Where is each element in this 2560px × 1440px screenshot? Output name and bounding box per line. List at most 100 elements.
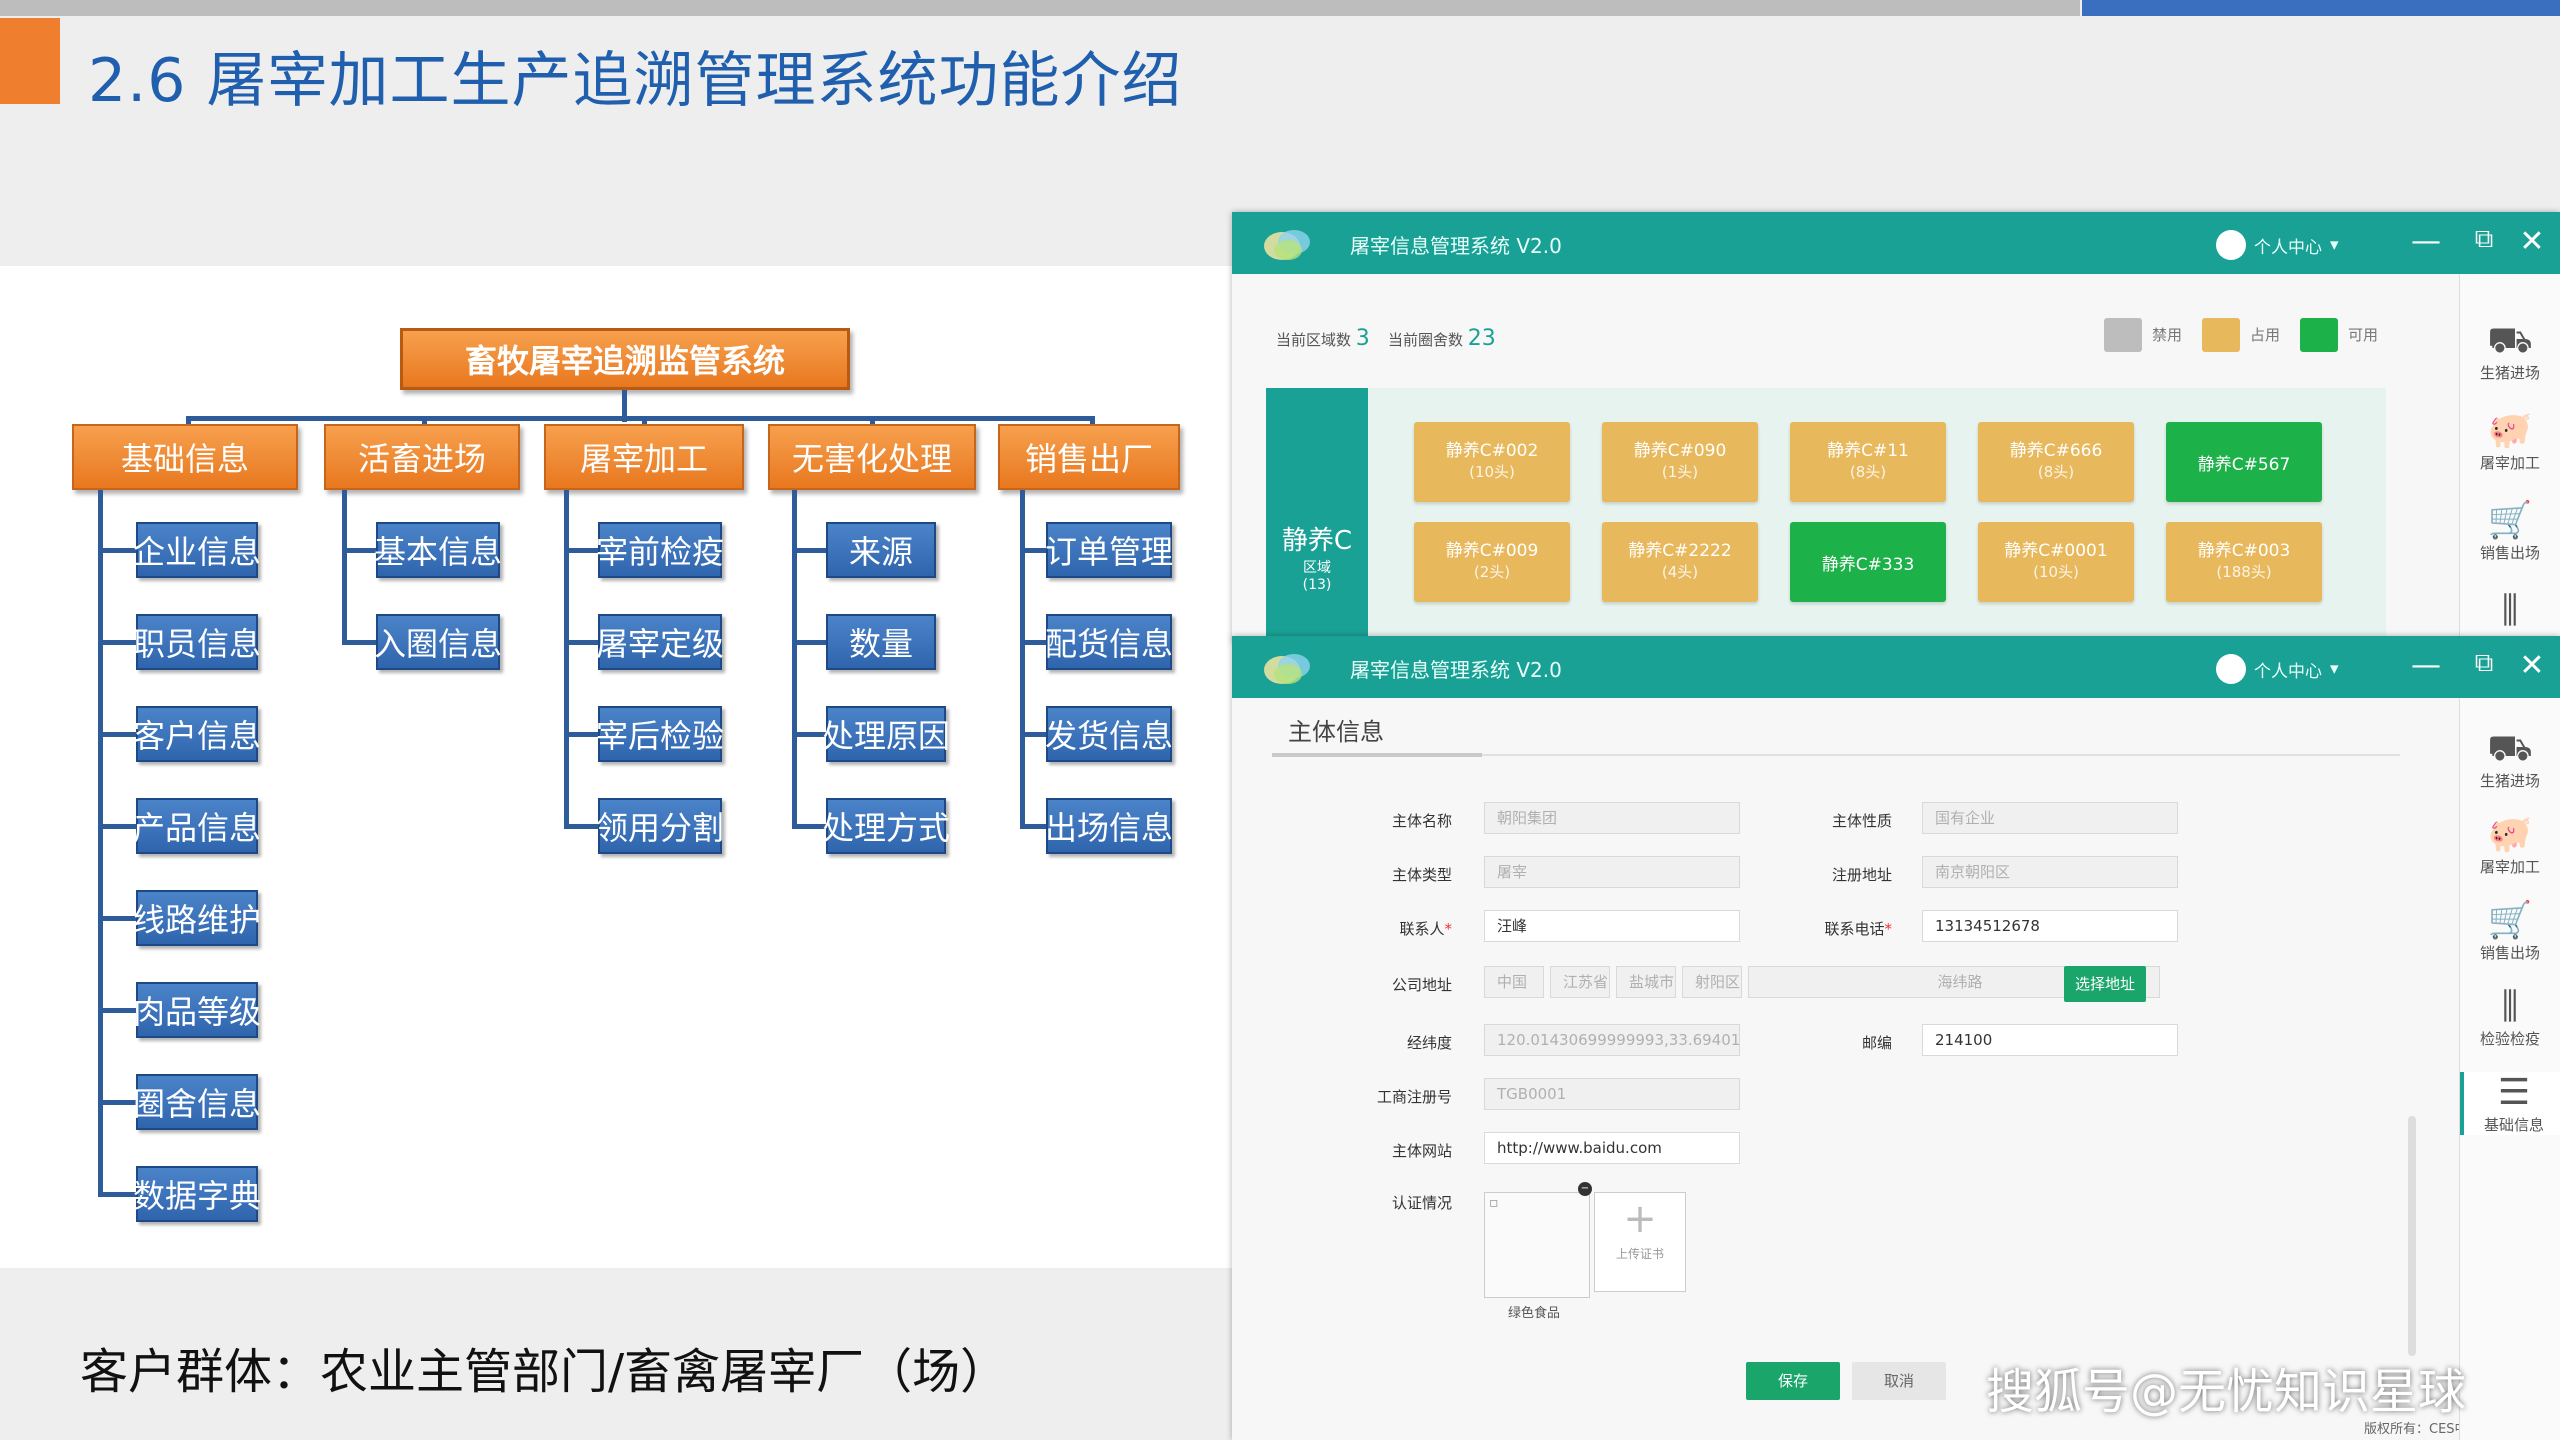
org-root: 畜牧屠宰追溯监管系统: [400, 328, 850, 390]
window-title: 屠宰信息管理系统 V2.0: [1350, 658, 1562, 682]
test-tube-icon: ⫼: [2501, 590, 2519, 631]
address-country-select[interactable]: 中国: [1484, 966, 1544, 998]
user-menu[interactable]: 个人中心 ▾: [2216, 230, 2339, 260]
pen-card[interactable]: 静养C#090 (1头): [1602, 422, 1758, 502]
connector: [98, 732, 138, 737]
window-title: 屠宰信息管理系统 V2.0: [1350, 234, 1562, 258]
entity-nature-field[interactable]: 国有企业: [1922, 802, 2178, 834]
restore-button[interactable]: ⧉: [2464, 648, 2504, 679]
org-item: 处理原因: [822, 706, 950, 762]
zone-label[interactable]: 静养C 区域 (13): [1266, 388, 1368, 638]
entity-type-field[interactable]: 屠宰: [1484, 856, 1740, 888]
slide-top-bar-accent: [2082, 0, 2560, 16]
save-button[interactable]: 保存: [1746, 1362, 1840, 1400]
pig-icon: 🐖: [2487, 410, 2533, 451]
zone-sub: 区域: [1303, 560, 1331, 576]
section-title: 主体信息: [1288, 718, 1384, 746]
sidebar-item-inspection[interactable]: ⫼: [2460, 590, 2560, 632]
pen-card[interactable]: 静养C#0001 (10头): [1978, 522, 2134, 602]
sidebar-item-sales[interactable]: 🛒 销售出场: [2460, 900, 2560, 963]
org-item: 宰前检疫: [596, 522, 724, 578]
close-button[interactable]: ✕: [2512, 224, 2552, 259]
connector: [98, 824, 138, 829]
company-address-label: 公司地址: [1391, 976, 1452, 994]
window-titlebar: 屠宰信息管理系统 V2.0 个人中心 ▾ — ⧉ ✕: [1232, 636, 2560, 698]
truck-icon: ⛟: [2487, 728, 2533, 769]
reg-address-field[interactable]: 南京朝阳区: [1922, 856, 2178, 888]
sidebar-item-processing[interactable]: 🐖 屠宰加工: [2460, 814, 2560, 877]
org-item: 入圈信息: [374, 614, 502, 670]
sidebar-item-processing[interactable]: 🐖 屠宰加工: [2460, 410, 2560, 473]
postcode-label: 邮编: [1861, 1034, 1892, 1052]
cart-icon: 🛒: [2487, 900, 2533, 941]
connector: [98, 916, 138, 921]
user-menu-label: 个人中心: [2254, 237, 2322, 258]
remove-cert-icon[interactable]: −: [1578, 1182, 1592, 1196]
org-item: 来源: [826, 522, 936, 578]
sidebar-item-inspection[interactable]: ⫼ 检验检疫: [2460, 986, 2560, 1049]
select-address-button[interactable]: 选择地址: [2064, 966, 2146, 1002]
minimize-button[interactable]: —: [2406, 224, 2446, 259]
sidebar-item-pig-entry[interactable]: ⛟ 生猪进场: [2460, 728, 2560, 791]
upload-cert-button[interactable]: + 上传证书: [1594, 1192, 1686, 1292]
org-item: 处理方式: [822, 798, 950, 854]
cancel-button[interactable]: 取消: [1852, 1362, 1946, 1400]
connector: [342, 640, 378, 645]
reg-address-label: 注册地址: [1831, 866, 1892, 884]
org-item: 职员信息: [133, 614, 261, 670]
entity-name-label: 主体名称: [1391, 812, 1452, 830]
pen-card[interactable]: 静养C#002 (10头): [1414, 422, 1570, 502]
org-item: 订单管理: [1045, 522, 1173, 578]
org-chart-panel: 畜牧屠宰追溯监管系统 基础信息 活畜进场 屠宰加工 无害化处理 销售出厂 企业信…: [0, 266, 1232, 1268]
user-menu[interactable]: 个人中心 ▾: [2216, 654, 2339, 684]
upload-cert-label: 上传证书: [1615, 1247, 1664, 1261]
pen-card[interactable]: 静养C#003 (188头): [2166, 522, 2322, 602]
pen-card[interactable]: 静养C#666 (8头): [1978, 422, 2134, 502]
connector: [564, 548, 600, 553]
entity-name-field[interactable]: 朝阳集团: [1484, 802, 1740, 834]
address-province-select[interactable]: 江苏省: [1550, 966, 1610, 998]
app-logo-icon: [1264, 230, 1310, 260]
pen-card[interactable]: 静养C#2222 (4头): [1602, 522, 1758, 602]
close-button[interactable]: ✕: [2512, 648, 2552, 683]
address-city-select[interactable]: 盐城市: [1616, 966, 1676, 998]
connector: [792, 548, 828, 553]
address-district-select[interactable]: 射阳区: [1682, 966, 1742, 998]
entity-info-window: 屠宰信息管理系统 V2.0 个人中心 ▾ — ⧉ ✕ 主体信息 主体名称 朝阳集…: [1232, 636, 2560, 1440]
test-tube-icon: ⫼: [2501, 986, 2519, 1027]
contact-label: 联系人*: [1399, 920, 1452, 938]
cert-image[interactable]: ▫: [1484, 1192, 1590, 1298]
phone-label: 联系电话*: [1824, 920, 1892, 938]
org-item: 数据字典: [133, 1166, 261, 1222]
app-logo-icon: [1264, 654, 1310, 684]
org-item: 基本信息: [374, 522, 502, 578]
org-item: 出场信息: [1045, 798, 1173, 854]
avatar: [2216, 654, 2246, 684]
legend-occupied-label: 占用: [2250, 326, 2281, 344]
biz-reg-field[interactable]: TGB0001: [1484, 1078, 1740, 1110]
coords-field[interactable]: 120.01430699999993,33.69401: [1484, 1024, 1740, 1056]
entity-type-label: 主体类型: [1391, 866, 1452, 884]
connector: [98, 490, 103, 1192]
sidebar-item-pig-entry[interactable]: ⛟ 生猪进场: [2460, 320, 2560, 383]
org-category-livestock-entry: 活畜进场: [324, 424, 520, 490]
phone-field[interactable]: 13134512678: [1922, 910, 2178, 942]
pen-card[interactable]: 静养C#333: [1790, 522, 1946, 602]
legend-disabled-label: 禁用: [2152, 326, 2183, 344]
connector: [564, 824, 600, 829]
connector: [792, 640, 828, 645]
postcode-field[interactable]: 214100: [1922, 1024, 2178, 1056]
contact-field[interactable]: 汪峰: [1484, 910, 1740, 942]
scrollbar[interactable]: [2408, 1116, 2416, 1356]
website-field[interactable]: http://www.baidu.com: [1484, 1132, 1740, 1164]
minimize-button[interactable]: —: [2406, 648, 2446, 683]
sidebar-item-sales[interactable]: 🛒 销售出场: [2460, 500, 2560, 563]
restore-button[interactable]: ⧉: [2464, 224, 2504, 255]
sidebar-item-basic-info[interactable]: ☰ 基础信息: [2460, 1072, 2560, 1135]
pen-card[interactable]: 静养C#567: [2166, 422, 2322, 502]
pig-icon: 🐖: [2487, 814, 2533, 855]
org-category-harmless: 无害化处理: [768, 424, 976, 490]
pen-zone: 静养C 区域 (13) 静养C#002 (10头) 静养C#090 (1头) 静养C…: [1266, 388, 2386, 638]
pen-card[interactable]: 静养C#009 (2头): [1414, 522, 1570, 602]
pen-card[interactable]: 静养C#11 (8头): [1790, 422, 1946, 502]
